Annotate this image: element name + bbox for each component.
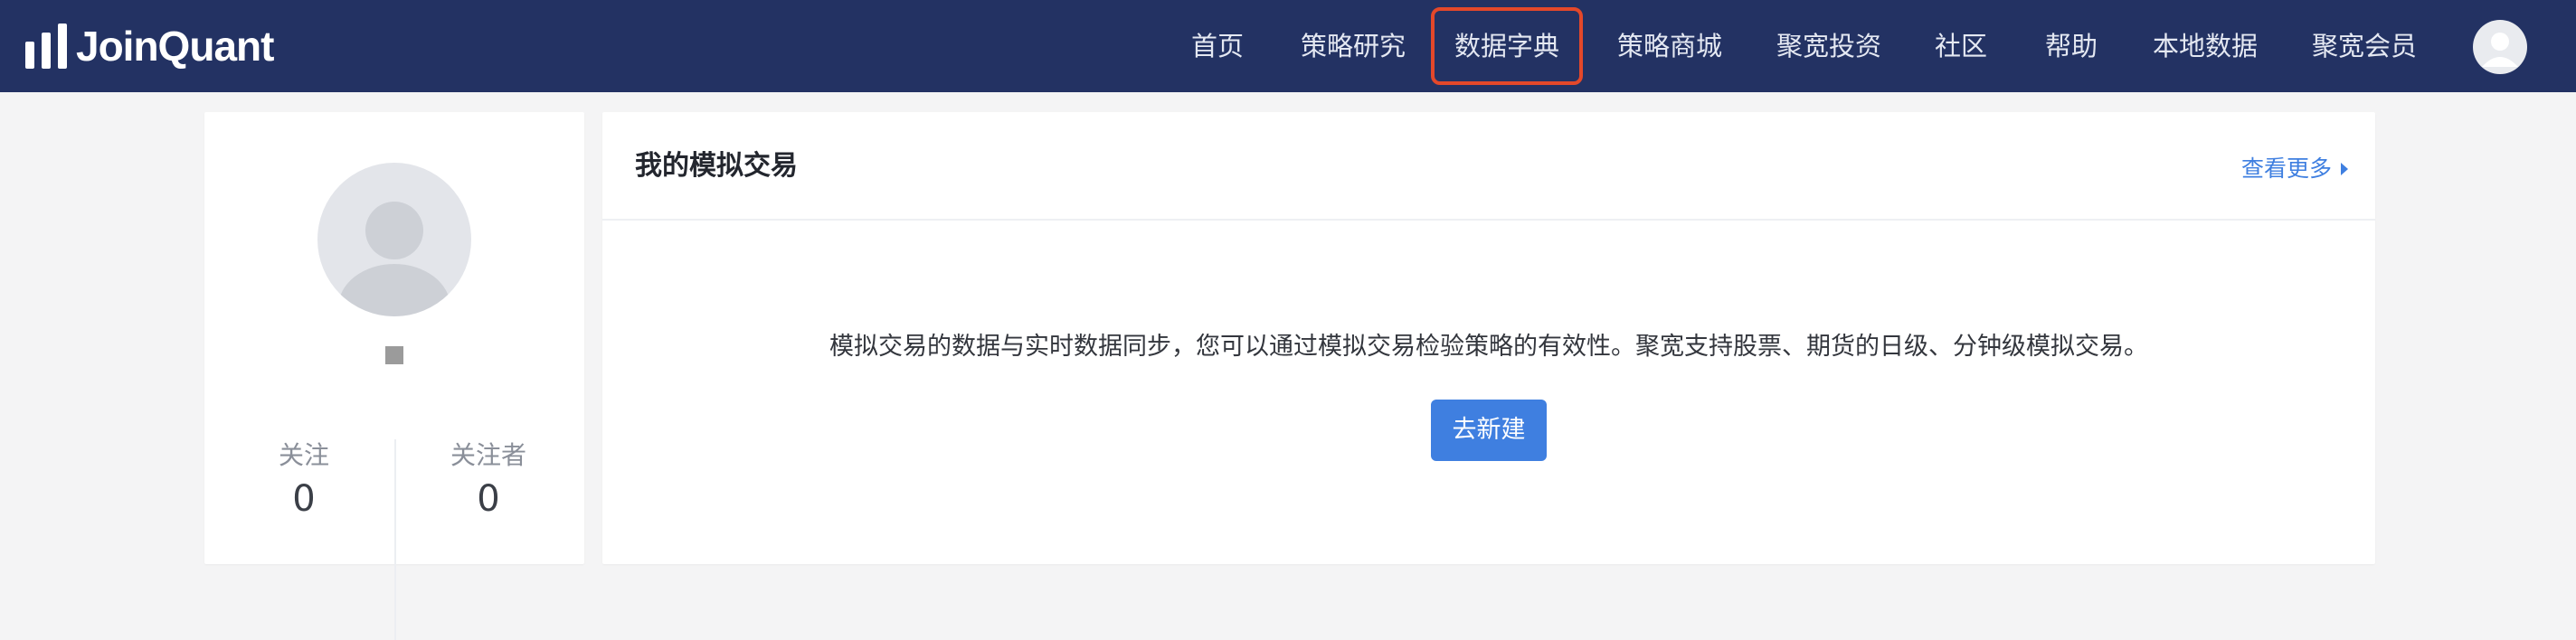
bar-chart-logo-icon (25, 24, 67, 69)
followers-count: 0 (477, 478, 500, 520)
following-count: 0 (292, 478, 316, 520)
following-stat[interactable]: 关注 0 (213, 438, 394, 524)
nav-item-community[interactable]: 社区 (1925, 7, 1997, 85)
view-more-link[interactable]: 查看更多 (2241, 152, 2348, 186)
nav-item-help[interactable]: 帮助 (2035, 7, 2107, 85)
nav-item-data-dictionary[interactable]: 数据字典 (1431, 7, 1583, 85)
caret-right-icon (2341, 163, 2348, 175)
followers-stat[interactable]: 关注者 0 (398, 438, 579, 524)
sim-trading-card: 我的模拟交易 查看更多 模拟交易的数据与实时数据同步，您可以通过模拟交易检验策略… (602, 112, 2375, 564)
nav-item-strategy-research[interactable]: 策略研究 (1292, 7, 1415, 85)
sim-trading-header: 我的模拟交易 查看更多 (602, 112, 2375, 221)
nav-item-local-data[interactable]: 本地数据 (2144, 7, 2267, 85)
profile-card: 关注 0 关注者 0 (204, 112, 584, 640)
username-placeholder (372, 344, 417, 365)
sim-trading-title: 我的模拟交易 (635, 150, 798, 182)
following-label: 关注 (278, 440, 329, 470)
nav-item-home[interactable]: 首页 (1181, 7, 1254, 85)
brand-name: JoinQuant (76, 23, 274, 70)
joinquant-logo[interactable]: JoinQuant (25, 20, 274, 72)
view-more-label: 查看更多 (2240, 155, 2332, 182)
nav-item-membership[interactable]: 聚宽会员 (2303, 7, 2426, 85)
user-avatar-icon[interactable] (2473, 20, 2527, 74)
nav-item-joinquant-invest[interactable]: 聚宽投资 (1767, 7, 1890, 85)
stat-divider (394, 439, 396, 640)
profile-avatar-icon[interactable] (317, 163, 471, 316)
followers-label: 关注者 (450, 440, 526, 470)
sim-trading-description: 模拟交易的数据与实时数据同步，您可以通过模拟交易检验策略的有效性。聚宽支持股票、… (829, 333, 2148, 361)
nav-item-strategy-store[interactable]: 策略商城 (1608, 7, 1731, 85)
top-navbar: JoinQuant 首页 策略研究 数据字典 策略商城 聚宽投资 社区 帮助 本… (0, 0, 2576, 92)
create-new-button[interactable]: 去新建 (1431, 400, 1547, 461)
